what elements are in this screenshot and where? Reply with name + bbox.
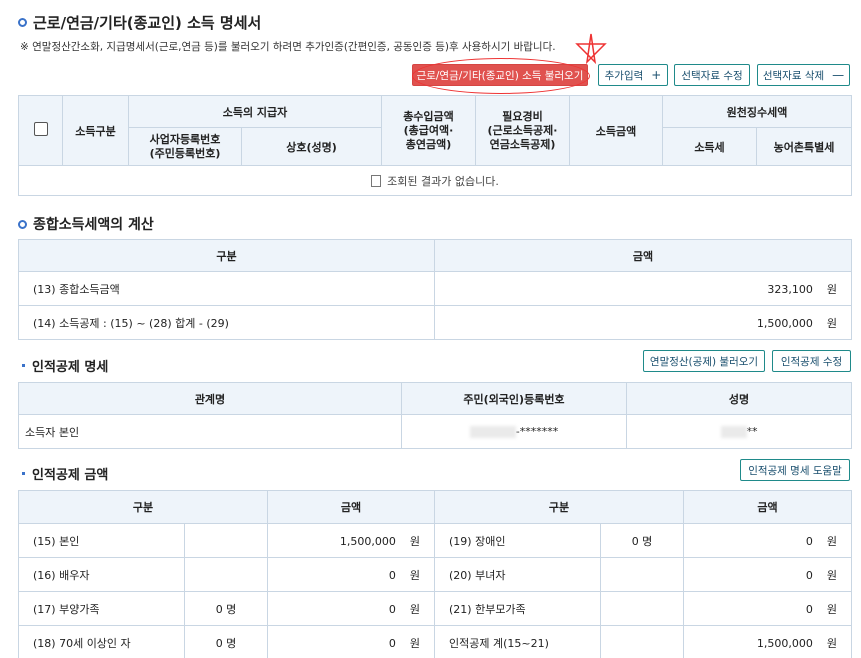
col-payer: 소득의 지급자	[128, 95, 382, 128]
load-yearend-button[interactable]: 연말정산(공제) 불러오기	[643, 350, 765, 372]
table-row: (17) 부양가족 0 명 0원 (21) 한부모가족 0원	[18, 591, 852, 626]
delete-selected-button[interactable]: 선택자료 삭제 —	[757, 64, 850, 86]
col-category-left: 구분	[18, 490, 268, 524]
row-id-number: -*******	[401, 414, 627, 449]
table-row: (16) 배우자 0원 (20) 부녀자 0원	[18, 557, 852, 592]
load-income-button[interactable]: 근로/연금/기타(종교인) 소득 불러오기	[412, 64, 588, 86]
calc-table: 구분 금액 (13) 종합소득금액 323,100 원 (14) 소득공제 : (…	[18, 239, 852, 340]
annotation-star-icon	[575, 33, 607, 65]
notice-text: ※ 연말정산간소화, 지급명세서(근로,연금 등)를 불러오기 하려면 추가인증…	[20, 41, 556, 53]
col-person-name: 성명	[626, 382, 852, 415]
select-all-checkbox[interactable]	[33, 122, 48, 136]
redacted-name	[720, 426, 747, 438]
edit-personal-button[interactable]: 인적공제 수정	[772, 350, 851, 372]
personal-table: 관계명 주민(외국인)등록번호 성명 소득자 본인 -******* **	[18, 382, 852, 449]
col-category: 구분	[18, 239, 435, 272]
col-amount-right: 금액	[683, 490, 852, 524]
calc-section-title: 종합소득세액의 계산	[18, 214, 154, 234]
amounts-section-title: 인적공제 금액	[22, 464, 108, 483]
row-relation: 소득자 본인	[18, 414, 402, 449]
col-total: 총수입금액 (총급여액· 총연금액)	[381, 95, 476, 166]
col-name: 상호(성명)	[241, 127, 382, 166]
col-expense: 필요경비 (근로소득공제· 연금소득공제)	[475, 95, 570, 166]
minus-icon: —	[832, 68, 845, 82]
col-biz-no: 사업자등록번호 (주민등록번호)	[128, 127, 242, 166]
col-id-number: 주민(외국인)등록번호	[401, 382, 627, 415]
income-section-title-text: 근로/연금/기타(종교인) 소득 명세서	[33, 14, 262, 32]
edit-selected-button[interactable]: 선택자료 수정	[674, 64, 750, 86]
row-total-income-label: (13) 종합소득금액	[18, 271, 435, 306]
col-income-tax: 소득세	[662, 127, 757, 166]
help-button[interactable]: 인적공제 명세 도움말	[740, 459, 850, 481]
row-person-name: **	[626, 414, 852, 449]
col-category-right: 구분	[434, 490, 684, 524]
income-table: 소득구분 소득의 지급자 총수입금액 (총급여액· 총연금액) 필요경비 (근로…	[17, 95, 853, 196]
income-section-title: 근로/연금/기타(종교인) 소득 명세서	[18, 12, 261, 33]
col-income-amount: 소득금액	[569, 95, 663, 166]
amounts-table: 구분 금액 구분 금액 (15) 본인 1,500,000 원 (19) 장애인 …	[18, 490, 852, 658]
col-relation: 관계명	[18, 382, 402, 415]
row-total-income-amount: 323,100 원	[434, 271, 852, 306]
table-row: (15) 본인 1,500,000 원 (19) 장애인 0 명 0원	[18, 523, 852, 558]
personal-section-title: 인적공제 명세	[22, 356, 108, 375]
section-bullet-icon	[18, 18, 27, 27]
redacted-id	[469, 426, 516, 438]
col-amount: 금액	[434, 239, 852, 272]
sub-bullet-icon	[22, 364, 25, 367]
empty-row: 조회된 결과가 없습니다.	[17, 165, 853, 196]
plus-icon: +	[651, 68, 662, 82]
col-amount-left: 금액	[267, 490, 435, 524]
table-row: (18) 70세 이상인 자 0 명 0원 인적공제 계(15~21) 1,50…	[18, 625, 852, 658]
sub-bullet-icon	[22, 472, 25, 475]
section-bullet-icon	[18, 219, 27, 229]
select-all-cell	[18, 95, 63, 166]
row-deduction-amount: 1,500,000 원	[434, 305, 852, 340]
add-input-button[interactable]: 추가입력 +	[598, 64, 668, 86]
col-income-type: 소득구분	[62, 95, 129, 166]
document-icon	[371, 174, 382, 187]
col-withholding: 원천징수세액	[661, 95, 853, 128]
row-deduction-label: (14) 소득공제 : (15) ~ (28) 합계 - (29)	[18, 305, 435, 340]
col-rural-tax: 농어촌특별세	[755, 127, 853, 166]
